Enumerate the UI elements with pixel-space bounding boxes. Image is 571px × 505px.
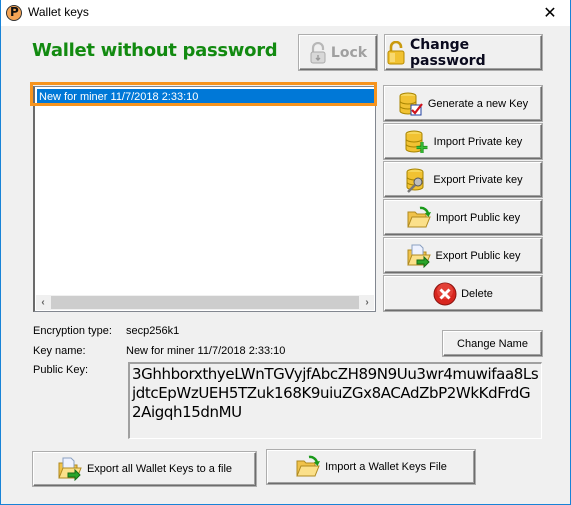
lock-label: Lock bbox=[330, 44, 368, 61]
wallet-status-title: Wallet without password bbox=[32, 40, 278, 61]
scrollbar-thumb[interactable] bbox=[51, 296, 359, 309]
public-key-textbox[interactable]: 3GhhborxthyeLWnTGVyjfAbcZH89N9Uu3wr4muwi… bbox=[128, 362, 542, 439]
lock-button[interactable]: Lock bbox=[299, 35, 377, 70]
delete-button[interactable]: Delete bbox=[384, 276, 542, 311]
delete-label: Delete bbox=[461, 287, 493, 300]
change-password-button[interactable]: Change password bbox=[385, 35, 542, 70]
key-list[interactable]: New for miner 11/7/2018 2:33:10 ‹ › bbox=[33, 86, 376, 312]
folder-import-icon bbox=[406, 206, 432, 230]
encryption-type-label: Encryption type: bbox=[33, 325, 112, 337]
change-name-label: Change Name bbox=[457, 337, 528, 350]
database-check-icon bbox=[398, 91, 424, 117]
folder-export-icon bbox=[57, 457, 83, 481]
key-name-value: New for miner 11/7/2018 2:33:10 bbox=[126, 345, 286, 357]
export-all-keys-label: Export all Wallet Keys to a file bbox=[86, 463, 233, 475]
key-name-label: Key name: bbox=[33, 345, 86, 357]
database-add-icon bbox=[404, 129, 430, 155]
generate-key-button[interactable]: Generate a new Key bbox=[384, 86, 542, 121]
close-button[interactable]: ✕ bbox=[530, 0, 570, 26]
import-keys-file-button[interactable]: Import a Wallet Keys File bbox=[267, 450, 475, 484]
title-bar: Wallet keys ✕ bbox=[1, 0, 570, 26]
scroll-left-icon[interactable]: ‹ bbox=[36, 295, 50, 310]
export-private-key-label: Export Private key bbox=[433, 173, 523, 186]
change-name-button[interactable]: Change Name bbox=[443, 331, 542, 356]
horizontal-scrollbar[interactable]: ‹ › bbox=[36, 295, 374, 310]
wallet-keys-window: Wallet keys ✕ Wallet without password Lo… bbox=[0, 0, 571, 505]
database-key-icon bbox=[403, 167, 429, 193]
export-public-key-label: Export Public key bbox=[435, 249, 521, 262]
public-key-label: Public Key: bbox=[33, 364, 89, 376]
import-public-key-label: Import Public key bbox=[435, 211, 521, 224]
delete-x-icon bbox=[433, 282, 457, 306]
export-all-keys-button[interactable]: Export all Wallet Keys to a file bbox=[33, 452, 256, 486]
export-public-key-button[interactable]: Export Public key bbox=[384, 238, 542, 273]
app-logo-icon bbox=[6, 5, 22, 21]
lock-icon bbox=[309, 41, 327, 64]
generate-key-label: Generate a new Key bbox=[427, 97, 529, 110]
export-private-key-button[interactable]: Export Private key bbox=[384, 162, 542, 197]
import-public-key-button[interactable]: Import Public key bbox=[384, 200, 542, 235]
import-keys-file-label: Import a Wallet Keys File bbox=[325, 461, 447, 473]
import-private-key-label: Import Private key bbox=[433, 135, 523, 148]
folder-import-icon bbox=[295, 455, 321, 479]
scroll-right-icon[interactable]: › bbox=[360, 295, 374, 310]
open-padlock-icon bbox=[386, 40, 406, 65]
folder-export-icon bbox=[406, 244, 432, 268]
encryption-type-value: secp256k1 bbox=[126, 325, 180, 337]
change-password-label: Change password bbox=[410, 36, 486, 69]
import-private-key-button[interactable]: Import Private key bbox=[384, 124, 542, 159]
key-list-item[interactable]: New for miner 11/7/2018 2:33:10 bbox=[37, 89, 374, 105]
window-title: Wallet keys bbox=[28, 5, 89, 19]
